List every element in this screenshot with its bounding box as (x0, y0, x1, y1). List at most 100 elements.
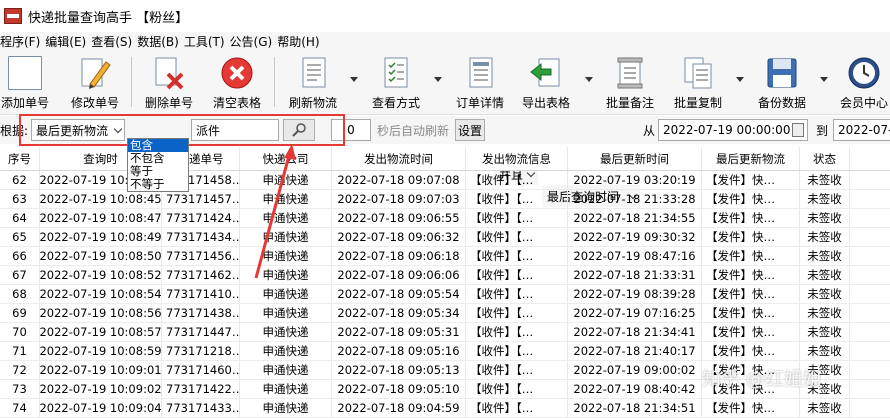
member-center-button[interactable]: 会员中心 (836, 51, 890, 113)
batch-note-button[interactable]: 批量备注 (602, 51, 658, 113)
backup-label: 备份数据 (757, 96, 806, 110)
cell-query-time: 2022-07-19 10:08:45 (40, 190, 162, 208)
edit-button-label: 修改单号 (70, 96, 119, 110)
backup-dropdown-arrow[interactable] (820, 77, 828, 82)
cell-ship-time: 2022-07-18 09:05:31 (332, 323, 466, 341)
cell-courier: 申通快递 (240, 285, 332, 303)
cell-update-time: 2022-07-18 21:34:55 (568, 209, 702, 227)
cell-status: 未签收 (800, 190, 850, 208)
cell-tracking-number: 773171218… (162, 342, 240, 360)
table-row[interactable]: 63 2022-07-19 10:08:45 773171457… 申通快递 2022-… (0, 190, 890, 209)
cell-seq: 70 (0, 323, 40, 341)
order-detail-button[interactable]: 订单详情 (452, 51, 508, 113)
menu-announcement[interactable]: 公告(G) (230, 33, 278, 50)
view-mode-button[interactable]: 查看方式 (368, 51, 424, 113)
column-header-ship-time[interactable]: 发出物流时间 (332, 147, 466, 170)
edit-button[interactable]: 修改单号 (68, 51, 122, 113)
calendar-icon[interactable] (792, 123, 804, 137)
table-row[interactable]: 74 2022-07-19 10:09:04 773171433… 申通快递 2022-… (0, 399, 890, 418)
date-to-value: 2022-07-1 (838, 123, 890, 137)
menu-data[interactable]: 数据(B) (137, 33, 184, 50)
column-header-courier[interactable]: 快递公司 (240, 147, 332, 170)
table-row[interactable]: 67 2022-07-19 10:08:52 773171462… 申通快递 2022-… (0, 266, 890, 285)
cell-update-info: 【发件】快… (702, 323, 800, 341)
cell-ship-time: 2022-07-18 09:06:18 (332, 247, 466, 265)
cell-update-time: 2022-07-19 08:47:16 (568, 247, 702, 265)
cell-status: 未签收 (800, 399, 850, 417)
menu-program[interactable]: 程序(F) (0, 33, 45, 50)
cell-tracking-number: 773171410… (162, 285, 240, 303)
delete-button[interactable]: 删除单号 (142, 51, 196, 113)
toolbar: 添加单号 修改单号 删除单号 清空表格 刷新物流 查看方式 订单详情 导出表格 … (0, 51, 890, 115)
refresh-button[interactable]: 刷新物流 (285, 51, 341, 113)
cell-seq: 73 (0, 380, 40, 398)
cell-update-info: 【发件】快… (702, 266, 800, 284)
cell-ship-info: 【收件】【… (466, 190, 568, 208)
cell-seq: 68 (0, 285, 40, 303)
menu-view[interactable]: 查看(S) (91, 33, 137, 50)
cell-ship-time: 2022-07-18 09:05:34 (332, 304, 466, 322)
table-row[interactable]: 70 2022-07-19 10:08:57 773171447… 申通快递 2022-… (0, 323, 890, 342)
cell-update-info: 【发件】快… (702, 304, 800, 322)
title-bar: 快递批量查询高手 【粉丝】 (0, 0, 890, 32)
table-row[interactable]: 71 2022-07-19 10:08:59 773171218… 申通快递 2022-… (0, 342, 890, 361)
cell-courier: 申通快递 (240, 228, 332, 246)
view-mode-dropdown-arrow[interactable] (434, 77, 442, 82)
cell-query-time: 2022-07-19 10:08:52 (40, 266, 162, 284)
cell-update-info: 【发件】快… (702, 342, 800, 360)
cell-query-time: 2022-07-19 10:08:49 (40, 228, 162, 246)
cell-seq: 62 (0, 171, 40, 189)
table-row[interactable]: 65 2022-07-19 10:08:49 773171434… 申通快递 2022-… (0, 228, 890, 247)
cell-update-time: 2022-07-18 21:33:31 (568, 266, 702, 284)
auto-refresh-label: 秒后自动刷新 (377, 123, 450, 138)
cell-query-time: 2022-07-19 10:08:57 (40, 323, 162, 341)
cell-query-time: 2022-07-19 10:09:04 (40, 399, 162, 417)
condition-option-not-equals[interactable]: 不等于 (128, 178, 188, 191)
cell-ship-info: 【收件】【… (466, 285, 568, 303)
batch-copy-dropdown-arrow[interactable] (736, 77, 744, 82)
table-row[interactable]: 69 2022-07-19 10:08:56 773171438… 申通快递 2022-… (0, 304, 890, 323)
settings-button[interactable]: 设置 (455, 119, 485, 141)
pencil-icon (78, 56, 112, 90)
column-header-status[interactable]: 状态 (800, 147, 850, 170)
cell-ship-time: 2022-07-18 09:05:16 (332, 342, 466, 360)
cell-status: 未签收 (800, 304, 850, 322)
cell-ship-time: 2022-07-18 09:04:59 (332, 399, 466, 417)
cell-courier: 申通快递 (240, 266, 332, 284)
settings-button-label: 设置 (458, 123, 483, 138)
table-row[interactable]: 66 2022-07-19 10:08:50 773171456… 申通快递 2022-… (0, 247, 890, 266)
toolbar-separator (131, 57, 132, 107)
batch-copy-button[interactable]: 批量复制 (670, 51, 726, 113)
column-header-update-info[interactable]: 最后更新物流 (702, 147, 800, 170)
table-row[interactable]: 68 2022-07-19 10:08:54 773171410… 申通快递 2022-… (0, 285, 890, 304)
cell-update-time: 2022-07-18 21:34:51 (568, 399, 702, 417)
date-to-picker[interactable]: 2022-07-1 (833, 119, 890, 141)
delete-doc-icon (152, 56, 186, 90)
cell-seq: 64 (0, 209, 40, 227)
cell-update-time: 2022-07-19 09:30:32 (568, 228, 702, 246)
export-button[interactable]: 导出表格 (518, 51, 574, 113)
menu-tools[interactable]: 工具(T) (184, 33, 230, 50)
clear-table-button[interactable]: 清空表格 (210, 51, 264, 113)
cell-ship-info: 【收件】【… (466, 323, 568, 341)
menu-edit[interactable]: 编辑(E) (45, 33, 91, 50)
date-from-picker[interactable]: 2022-07-19 00:00:00 (658, 119, 808, 141)
column-header-seq[interactable]: 序号 (0, 147, 40, 170)
table-row[interactable]: 64 2022-07-19 10:08:47 773171424… 申通快递 2022-… (0, 209, 890, 228)
cell-courier: 申通快递 (240, 209, 332, 227)
refresh-dropdown-arrow[interactable] (350, 77, 358, 82)
menu-help[interactable]: 帮助(H) (277, 33, 324, 50)
export-dropdown-arrow[interactable] (585, 77, 593, 82)
cell-ship-time: 2022-07-18 09:07:03 (332, 190, 466, 208)
refresh-interval-value: 0 (347, 123, 355, 137)
backup-button[interactable]: 备份数据 (754, 51, 810, 113)
column-header-ship-info[interactable]: 发出物流信息 (466, 147, 568, 170)
cell-query-time: 2022-07-19 10:08:56 (40, 304, 162, 322)
toolbar-separator (274, 57, 275, 107)
cell-tracking-number: 773171422… (162, 380, 240, 398)
clear-table-label: 清空表格 (212, 96, 261, 110)
cell-seq: 67 (0, 266, 40, 284)
column-header-update-time[interactable]: 最后更新时间 (568, 147, 702, 170)
add-button[interactable]: 添加单号 (0, 51, 52, 113)
cell-tracking-number: 773171462… (162, 266, 240, 284)
